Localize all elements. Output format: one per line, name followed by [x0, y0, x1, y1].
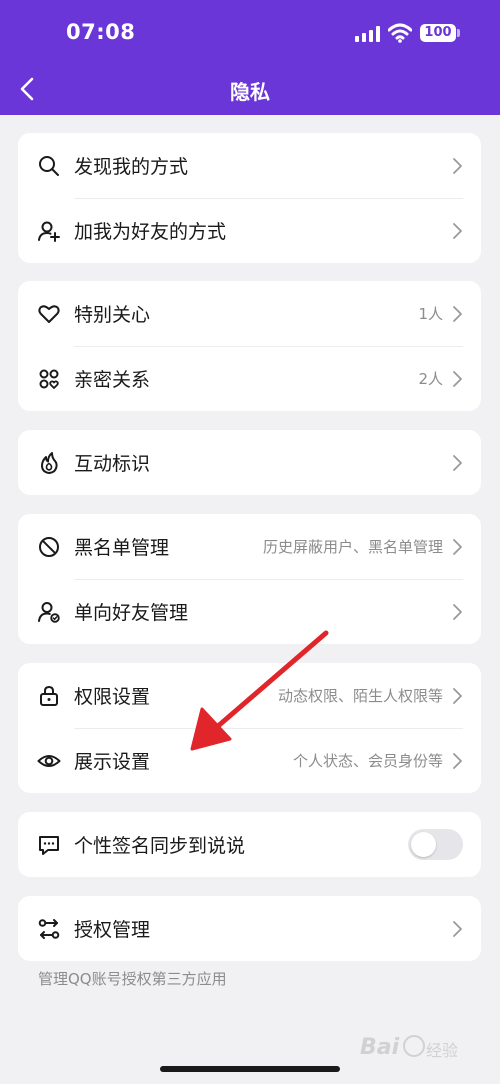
chevron-right-icon [453, 539, 462, 555]
user-gear-icon [38, 602, 60, 623]
wifi-icon [388, 23, 412, 43]
row-label: 展示设置 [74, 751, 151, 773]
intimate-icon [39, 369, 59, 389]
row-value: 历史屏蔽用户、黑名单管理 [262, 538, 443, 556]
lock-icon [40, 685, 58, 706]
row-label: 授权管理 [74, 919, 151, 941]
row-intimate-relations[interactable]: 亲密关系 2人 [18, 346, 481, 411]
chevron-right-icon [453, 921, 462, 937]
page-title: 隐私 [230, 80, 270, 104]
block-icon [39, 537, 59, 557]
row-label: 黑名单管理 [74, 537, 170, 559]
row-label: 发现我的方式 [74, 156, 189, 178]
battery-icon: 100 [420, 24, 456, 42]
eye-icon [37, 755, 61, 767]
heart-icon [38, 305, 60, 323]
settings-group-discovery: 发现我的方式 加我为好友的方式 [18, 133, 481, 263]
chevron-right-icon [453, 688, 462, 704]
signature-sync-toggle[interactable] [408, 829, 463, 860]
status-time: 07:08 [66, 20, 136, 44]
baidu-watermark: Bai 经验 [360, 1035, 458, 1060]
cellular-signal-icon [355, 26, 380, 42]
add-user-icon [38, 221, 60, 242]
row-special-care[interactable]: 特别关心 1人 [18, 281, 481, 346]
authorization-footnote: 管理QQ账号授权第三方应用 [38, 970, 227, 988]
row-authorization-management[interactable]: 授权管理 [18, 896, 481, 961]
settings-group-signature: 个性签名同步到说说 [18, 812, 481, 877]
chevron-right-icon [453, 371, 462, 387]
row-value: 2人 [418, 370, 443, 388]
settings-group-relations: 特别关心 1人 亲密关系 2人 [18, 281, 481, 411]
chevron-right-icon [453, 753, 462, 769]
row-find-me[interactable]: 发现我的方式 [18, 133, 481, 198]
settings-group-interaction: 互动标识 [18, 430, 481, 495]
chevron-right-icon [453, 306, 462, 322]
row-label: 互动标识 [74, 453, 151, 475]
row-value: 1人 [418, 305, 443, 323]
nav-bar: 隐私 [0, 66, 500, 112]
row-signature-sync: 个性签名同步到说说 [18, 812, 481, 877]
row-blacklist[interactable]: 黑名单管理 历史屏蔽用户、黑名单管理 [18, 514, 481, 579]
svg-text:经验: 经验 [426, 1041, 458, 1060]
row-label: 个性签名同步到说说 [74, 835, 246, 857]
chevron-right-icon [453, 158, 462, 174]
annotation-arrow [190, 630, 329, 751]
battery-tip [457, 29, 460, 37]
home-indicator [160, 1066, 340, 1072]
row-label: 单向好友管理 [74, 602, 189, 624]
header-bar: 07:08 100 隐私 [0, 0, 500, 115]
svg-text:Bai: Bai [360, 1035, 400, 1060]
search-icon [39, 156, 59, 176]
row-add-friend-method[interactable]: 加我为好友的方式 [18, 198, 481, 263]
chevron-right-icon [453, 455, 462, 471]
authorize-icon [38, 919, 60, 939]
flame-icon [41, 452, 58, 474]
chevron-right-icon [453, 604, 462, 620]
status-bar: 07:08 100 [0, 0, 500, 66]
row-label: 特别关心 [74, 304, 151, 326]
row-label: 权限设置 [74, 686, 151, 708]
row-label: 加我为好友的方式 [74, 221, 227, 243]
row-label: 亲密关系 [74, 369, 151, 391]
chevron-right-icon [453, 223, 462, 239]
message-icon [39, 836, 59, 855]
row-interaction-badge[interactable]: 互动标识 [18, 430, 481, 495]
settings-group-authorization: 授权管理 [18, 896, 481, 961]
toggle-knob [411, 832, 436, 857]
